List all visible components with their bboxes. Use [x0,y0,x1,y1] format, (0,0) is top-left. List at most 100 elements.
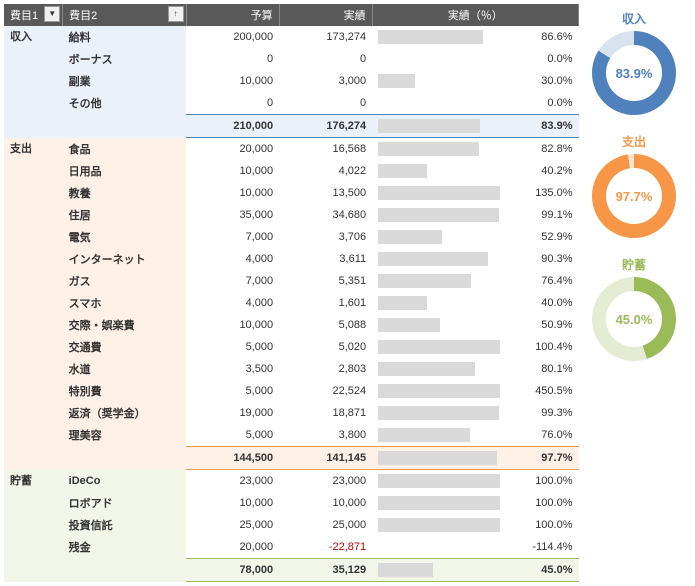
budget-cell: 5,000 [186,380,279,402]
bar-cell [372,292,506,314]
pct-cell: 0.0% [506,48,579,70]
category1-cell [4,424,63,447]
actual-cell: 23,000 [279,470,372,493]
pct-cell: 100.0% [506,514,579,536]
table-row: 収入給料200,000173,27486.6% [4,26,579,48]
sort-dropdown-icon[interactable]: ↑ [168,6,184,22]
bar-cell [372,226,506,248]
pct-cell: 40.0% [506,292,579,314]
category2-cell: 副業 [63,70,186,92]
table-row: 支出食品20,00016,56882.8% [4,138,579,161]
actual-cell: 5,020 [279,336,372,358]
actual-cell: 35,129 [279,559,372,582]
table-row: 理美容5,0003,80076.0% [4,424,579,447]
donut-value: 97.7% [606,168,662,224]
header-cat2[interactable]: 費目2↑ [63,4,186,26]
category1-cell [4,358,63,380]
budget-cell: 10,000 [186,492,279,514]
category2-cell: 返済（奨学金） [63,402,186,424]
actual-cell: 0 [279,48,372,70]
actual-cell: 3,800 [279,424,372,447]
category1-cell [4,270,63,292]
actual-cell: 141,145 [279,447,372,470]
actual-cell: 13,500 [279,182,372,204]
budget-cell: 35,000 [186,204,279,226]
donut-chart: 貯蓄 45.0% [592,256,676,361]
category1-cell: 収入 [4,26,63,48]
actual-cell: 4,022 [279,160,372,182]
category2-cell: インターネット [63,248,186,270]
category1-cell [4,92,63,115]
actual-cell: 3,611 [279,248,372,270]
donut-chart: 収入83.9% [592,10,676,115]
table-row: ロボアド10,00010,000100.0% [4,492,579,514]
bar-cell [372,536,506,559]
category1-cell: 支出 [4,138,63,161]
pct-cell: 100.0% [506,492,579,514]
actual-cell: 5,351 [279,270,372,292]
pct-cell: 83.9% [506,115,579,138]
donut-value: 45.0% [606,291,662,347]
subtotal-row: 144,500141,14597.7% [4,447,579,470]
actual-cell: 10,000 [279,492,372,514]
category2-cell: 給料 [63,26,186,48]
filter-dropdown-icon[interactable]: ▼ [44,6,60,22]
bar-cell [372,160,506,182]
category2-cell: 日用品 [63,160,186,182]
bar-cell [372,70,506,92]
actual-cell: 2,803 [279,358,372,380]
category1-cell [4,514,63,536]
actual-cell: 34,680 [279,204,372,226]
table-row: その他000.0% [4,92,579,115]
pct-cell: 76.4% [506,270,579,292]
bar-cell [372,314,506,336]
category1-cell: 貯蓄 [4,470,63,493]
donut-ring: 45.0% [592,277,676,361]
bar-cell [372,380,506,402]
bar-cell [372,26,506,48]
pct-cell: 82.8% [506,138,579,161]
header-budget[interactable]: 予算 [186,4,279,26]
donut-title: 支出 [592,133,676,150]
pct-cell: 30.0% [506,70,579,92]
table-header-row: 費目1▼ 費目2↑ 予算 実績 実績（％） [4,4,579,26]
header-actual[interactable]: 実績 [279,4,372,26]
budget-cell: 20,000 [186,138,279,161]
budget-cell: 5,000 [186,424,279,447]
actual-cell: 3,000 [279,70,372,92]
bar-cell [372,204,506,226]
pct-cell: 52.9% [506,226,579,248]
bar-cell [372,559,506,582]
bar-cell [372,336,506,358]
actual-cell: 1,601 [279,292,372,314]
pct-cell: 76.0% [506,424,579,447]
table-row: 交際・娯楽費10,0005,08850.9% [4,314,579,336]
category1-cell [4,70,63,92]
budget-table: 費目1▼ 費目2↑ 予算 実績 実績（％） 収入給料200,000173,274… [4,4,579,582]
category2-cell [63,115,186,138]
pct-cell: 80.1% [506,358,579,380]
category2-cell: 残金 [63,536,186,559]
category2-cell: 食品 [63,138,186,161]
bar-cell [372,138,506,161]
table-row: 交通費5,0005,020100.4% [4,336,579,358]
table-row: 貯蓄iDeCo23,00023,000100.0% [4,470,579,493]
donut-title: 貯蓄 [592,256,676,273]
table-row: インターネット4,0003,61190.3% [4,248,579,270]
budget-cell: 7,000 [186,270,279,292]
header-cat1[interactable]: 費目1▼ [4,4,63,26]
category2-cell [63,559,186,582]
bar-cell [372,514,506,536]
table-row: スマホ4,0001,60140.0% [4,292,579,314]
budget-cell: 23,000 [186,470,279,493]
bar-cell [372,447,506,470]
budget-cell: 19,000 [186,402,279,424]
budget-cell: 10,000 [186,160,279,182]
budget-cell: 25,000 [186,514,279,536]
pct-cell: 40.2% [506,160,579,182]
budget-cell: 7,000 [186,226,279,248]
subtotal-row: 210,000176,27483.9% [4,115,579,138]
pct-cell: 135.0% [506,182,579,204]
donut-ring: 83.9% [592,31,676,115]
header-pct[interactable]: 実績（％） [372,4,578,26]
